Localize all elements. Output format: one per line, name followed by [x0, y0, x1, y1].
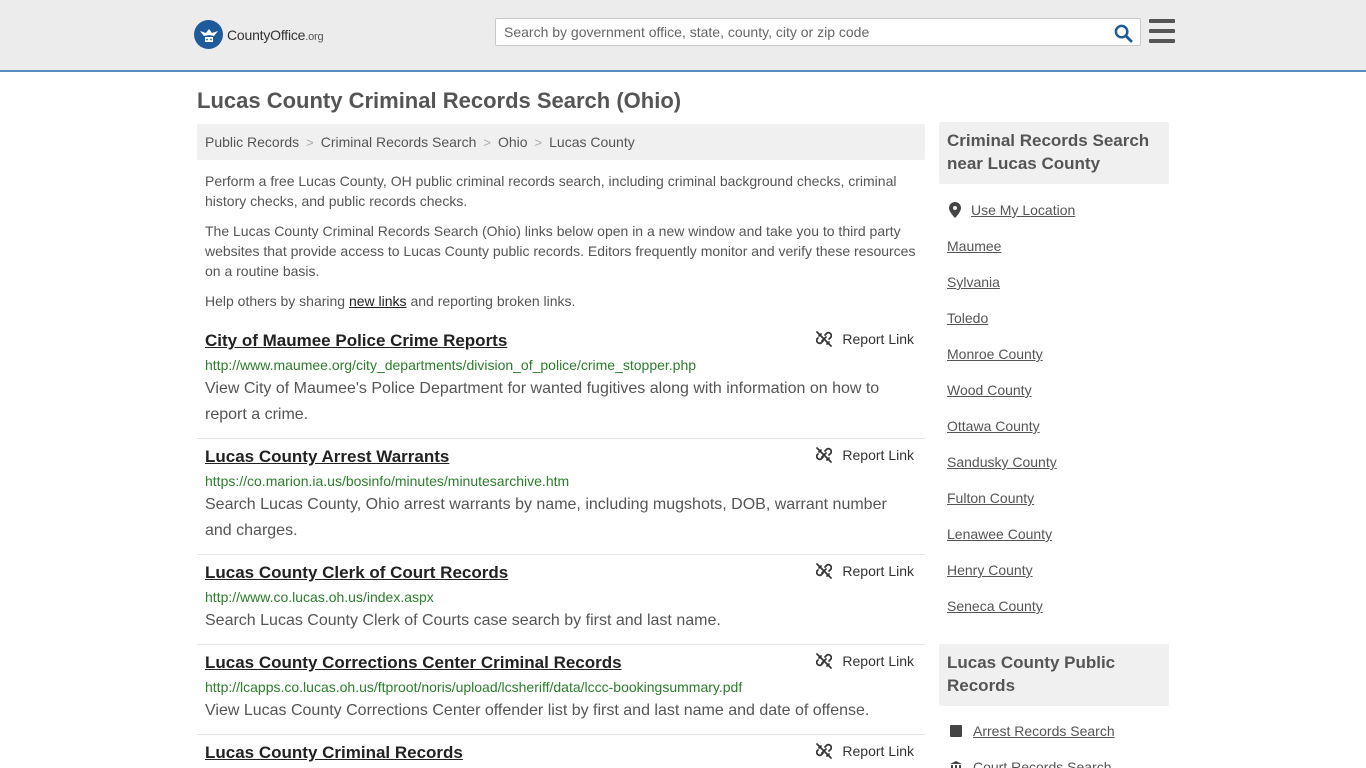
- intro-share-paragraph: Help others by sharing new links and rep…: [205, 291, 921, 311]
- public-records-item: Arrest Records Search: [947, 713, 1169, 749]
- courthouse-icon: [950, 761, 962, 768]
- nearby-item: Seneca County: [947, 588, 1169, 624]
- result-item: City of Maumee Police Crime Reports Repo…: [197, 323, 925, 439]
- broken-link-icon: [816, 653, 833, 669]
- use-location-item: Use My Location: [947, 192, 1169, 228]
- nearby-link-ottawa-county[interactable]: Ottawa County: [947, 418, 1040, 434]
- result-description: View Lucas County Corrections Center off…: [205, 702, 870, 719]
- site-logo[interactable]: CountyOffice.org: [194, 20, 324, 49]
- report-link-button[interactable]: Report Link: [816, 447, 914, 463]
- court-records-search-link[interactable]: Court Records Search: [973, 759, 1112, 768]
- hamburger-menu-icon[interactable]: [1149, 19, 1175, 43]
- broken-link-icon: [816, 563, 833, 579]
- result-item: Lucas County Clerk of Court Records Repo…: [197, 555, 925, 645]
- result-title-link[interactable]: Lucas County Criminal Records: [205, 742, 463, 764]
- report-link-label: Report Link: [842, 331, 914, 347]
- result-item: Lucas County Arrest Warrants Report Link…: [197, 439, 925, 555]
- result-url[interactable]: https://co.marion.ia.us/bosinfo/minutes/…: [205, 471, 917, 491]
- eagle-logo-icon: [194, 20, 223, 49]
- logo-text: CountyOffice.org: [227, 26, 324, 43]
- result-title-link[interactable]: Lucas County Corrections Center Criminal…: [205, 652, 622, 674]
- report-link-button[interactable]: Report Link: [816, 563, 914, 579]
- share-text-before: Help others by sharing: [205, 293, 349, 309]
- nearby-link-monroe-county[interactable]: Monroe County: [947, 346, 1043, 362]
- result-title-link[interactable]: Lucas County Clerk of Court Records: [205, 562, 508, 584]
- nearby-link-lenawee-county[interactable]: Lenawee County: [947, 526, 1052, 542]
- result-description: Search Lucas County Clerk of Courts case…: [205, 612, 721, 629]
- use-my-location-link[interactable]: Use My Location: [971, 202, 1075, 218]
- page-title: Lucas County Criminal Records Search (Oh…: [197, 88, 682, 113]
- report-link-button[interactable]: Report Link: [816, 331, 914, 347]
- search-button[interactable]: [1112, 22, 1134, 44]
- intro-text: Perform a free Lucas County, OH public c…: [205, 171, 921, 321]
- breadcrumb: Public Records > Criminal Records Search…: [197, 124, 925, 160]
- breadcrumb-separator: >: [534, 134, 543, 150]
- result-description: Search Lucas County, Ohio arrest warrant…: [205, 496, 887, 539]
- result-title-link[interactable]: Lucas County Arrest Warrants: [205, 446, 449, 468]
- broken-link-icon: [816, 331, 833, 347]
- nearby-item: Toledo: [947, 300, 1169, 336]
- search-input[interactable]: [496, 19, 1106, 45]
- logo-name: CountyOffice: [227, 26, 306, 43]
- arrest-records-search-link[interactable]: Arrest Records Search: [973, 723, 1115, 739]
- breadcrumb-public-records[interactable]: Public Records: [205, 134, 299, 150]
- nearby-item: Ottawa County: [947, 408, 1169, 444]
- nearby-link-fulton-county[interactable]: Fulton County: [947, 490, 1034, 506]
- nearby-item: Henry County: [947, 552, 1169, 588]
- public-records-list: Arrest Records Search Court Records Sear…: [947, 713, 1169, 768]
- report-link-label: Report Link: [842, 563, 914, 579]
- handcuffs-icon: [950, 725, 962, 737]
- intro-paragraph: The Lucas County Criminal Records Search…: [205, 223, 916, 279]
- result-url[interactable]: http://www.maumee.org/city_departments/d…: [205, 355, 917, 375]
- public-records-section-title: Lucas County Public Records: [939, 644, 1169, 706]
- new-links-link[interactable]: new links: [349, 293, 407, 309]
- breadcrumb-separator: >: [483, 134, 491, 150]
- report-link-label: Report Link: [842, 447, 914, 463]
- public-records-item: Court Records Search: [947, 749, 1169, 768]
- breadcrumb-criminal-records-search[interactable]: Criminal Records Search: [321, 134, 477, 150]
- nearby-item: Wood County: [947, 372, 1169, 408]
- site-header: CountyOffice.org: [0, 0, 1366, 72]
- nearby-link-sylvania[interactable]: Sylvania: [947, 274, 1000, 290]
- nearby-link-wood-county[interactable]: Wood County: [947, 382, 1032, 398]
- report-link-button[interactable]: Report Link: [816, 653, 914, 669]
- result-item: Lucas County Corrections Center Criminal…: [197, 645, 925, 735]
- report-link-label: Report Link: [842, 653, 914, 669]
- nearby-link-maumee[interactable]: Maumee: [947, 238, 1001, 254]
- nearby-item: Sylvania: [947, 264, 1169, 300]
- nearby-item: Lenawee County: [947, 516, 1169, 552]
- results-list: City of Maumee Police Crime Reports Repo…: [197, 323, 925, 768]
- nearby-link-henry-county[interactable]: Henry County: [947, 562, 1033, 578]
- nearby-item: Monroe County: [947, 336, 1169, 372]
- result-title-link[interactable]: City of Maumee Police Crime Reports: [205, 330, 507, 352]
- result-description: View City of Maumee's Police Department …: [205, 380, 880, 423]
- broken-link-icon: [816, 447, 833, 463]
- result-url[interactable]: http://www.co.lucas.oh.us/index.aspx: [205, 587, 917, 607]
- nearby-item: Sandusky County: [947, 444, 1169, 480]
- logo-tld: .org: [305, 30, 324, 43]
- nearby-item: Maumee: [947, 228, 1169, 264]
- breadcrumb-separator: >: [306, 134, 314, 150]
- breadcrumb-lucas-county[interactable]: Lucas County: [549, 134, 635, 150]
- nearby-link-toledo[interactable]: Toledo: [947, 310, 988, 326]
- share-text-after: and reporting broken links.: [406, 293, 576, 309]
- nearby-item: Fulton County: [947, 480, 1169, 516]
- result-item: Lucas County Criminal Records Report Lin…: [197, 735, 925, 768]
- intro-paragraph: Perform a free Lucas County, OH public c…: [205, 173, 897, 209]
- nearby-section-title: Criminal Records Search near Lucas Count…: [939, 122, 1169, 184]
- broken-link-icon: [816, 743, 833, 759]
- nearby-link-sandusky-county[interactable]: Sandusky County: [947, 454, 1057, 470]
- nearby-link-seneca-county[interactable]: Seneca County: [947, 598, 1043, 614]
- report-link-button[interactable]: Report Link: [816, 743, 914, 759]
- report-link-label: Report Link: [842, 743, 914, 759]
- breadcrumb-ohio[interactable]: Ohio: [498, 134, 528, 150]
- location-pin-icon: [949, 202, 961, 218]
- search-icon: [1114, 24, 1133, 43]
- nearby-list: Use My Location Maumee Sylvania Toledo M…: [947, 192, 1169, 624]
- result-url[interactable]: http://lcapps.co.lucas.oh.us/ftproot/nor…: [205, 677, 917, 697]
- search-box: [495, 18, 1141, 46]
